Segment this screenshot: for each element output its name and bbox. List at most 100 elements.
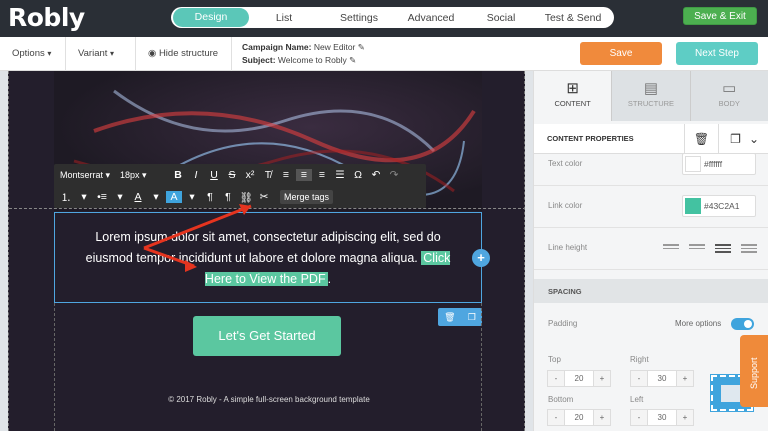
text-color-swatch[interactable] — [685, 156, 701, 172]
list-dropdown-icon[interactable]: ▾ — [76, 191, 92, 203]
plus-icon[interactable]: + — [677, 371, 693, 386]
subject-row[interactable]: Subject: Welcome to Robly ✎ — [242, 54, 365, 67]
add-block-icon[interactable]: + — [472, 249, 490, 267]
padding-right-stepper[interactable]: -30 + — [630, 370, 694, 387]
spacing-section-header: SPACING — [534, 279, 768, 303]
line-height-loose-icon[interactable] — [741, 244, 757, 255]
next-step-button[interactable]: Next Step — [676, 42, 758, 65]
padding-right-value[interactable]: 30 — [647, 371, 677, 386]
font-family-select[interactable]: Montserrat ▾ — [60, 170, 120, 181]
link-color-swatch[interactable] — [685, 198, 701, 214]
link-color-field[interactable]: #43C2A1 — [682, 195, 756, 217]
text-color-value: #ffffff — [704, 159, 723, 169]
padding-top-stepper[interactable]: -20 + — [547, 370, 611, 387]
step-navigator: Design List Settings Advanced Social Tes… — [171, 7, 614, 28]
hide-structure-toggle[interactable]: ◉ Hide structure — [136, 37, 232, 71]
body-text-end: . — [327, 272, 332, 286]
align-justify-icon[interactable]: ☰ — [332, 169, 348, 181]
plus-icon[interactable]: + — [594, 410, 610, 425]
email-canvas: Montserrat ▾ 18px ▾ B I U S x² T̸ ≡ ≡ ≡ … — [0, 71, 533, 431]
top-navbar: Robly Design List Settings Advanced Soci… — [0, 0, 768, 37]
chevron-down-icon: ▾ — [110, 49, 115, 58]
cta-section: Let's Get Started © 2017 Robly - A simpl… — [54, 303, 482, 431]
superscript-icon[interactable]: x² — [242, 169, 258, 181]
padding-top-value[interactable]: 20 — [564, 371, 594, 386]
panel-tabs: ⊞ CONTENT ▤ STRUCTURE ▭ BODY — [534, 71, 768, 121]
tab-body-label: BODY — [718, 99, 740, 108]
subject-label: Subject: — [242, 55, 276, 65]
line-height-options — [663, 244, 757, 255]
eye-icon: ◉ — [148, 48, 157, 59]
save-button[interactable]: Save — [580, 42, 662, 65]
variant-dropdown[interactable]: Variant ▾ — [66, 37, 136, 71]
subject-value: Welcome to Robly — [277, 55, 347, 65]
padding-left-label: Left — [630, 395, 644, 404]
hide-structure-label: Hide structure — [158, 48, 219, 59]
redo-icon[interactable]: ↷ — [386, 169, 402, 181]
tab-content-label: CONTENT — [554, 99, 591, 108]
align-center-icon[interactable]: ≡ — [296, 169, 312, 181]
cta-button[interactable]: Let's Get Started — [193, 316, 341, 356]
step-test-send[interactable]: Test & Send — [539, 12, 607, 24]
minus-icon[interactable]: - — [631, 410, 647, 425]
tab-structure[interactable]: ▤ STRUCTURE — [612, 71, 691, 121]
annotation-arrows — [143, 204, 252, 272]
align-left-icon[interactable]: ≡ — [278, 169, 294, 181]
more-options-toggle[interactable] — [731, 318, 754, 330]
padding-bottom-stepper[interactable]: -20 + — [547, 409, 611, 426]
step-list[interactable]: List — [249, 12, 319, 24]
plus-icon[interactable]: + — [594, 371, 610, 386]
campaign-name-row[interactable]: Campaign Name: New Editor ✎ — [242, 41, 365, 54]
clear-format-icon[interactable]: T̸ — [260, 169, 276, 181]
pencil-icon[interactable]: ✎ — [358, 42, 365, 52]
merge-tags-button[interactable]: Merge tags — [280, 190, 334, 204]
support-tab[interactable]: Support — [740, 335, 768, 407]
list-dropdown-icon[interactable]: ▾ — [112, 191, 128, 203]
underline-icon[interactable]: U — [206, 169, 222, 181]
italic-icon[interactable]: I — [188, 169, 204, 181]
line-height-tight-icon[interactable] — [663, 244, 679, 255]
tab-content[interactable]: ⊞ CONTENT — [534, 71, 613, 121]
options-dropdown[interactable]: Options ▾ — [0, 37, 66, 71]
special-char-icon[interactable]: Ω — [350, 169, 366, 181]
padding-bottom-value[interactable]: 20 — [564, 410, 594, 425]
undo-icon[interactable]: ↶ — [368, 169, 384, 181]
font-family-value: Montserrat — [60, 169, 104, 180]
strikethrough-icon[interactable]: S — [224, 169, 240, 181]
padding-top-label: Top — [548, 355, 561, 364]
step-settings[interactable]: Settings — [319, 12, 399, 24]
step-design[interactable]: Design — [173, 8, 249, 27]
font-size-value: 18px — [120, 169, 140, 180]
editor-toolbar: Options ▾ Variant ▾ ◉ Hide structure Cam… — [0, 37, 768, 71]
align-right-icon[interactable]: ≡ — [314, 169, 330, 181]
padding-bottom-label: Bottom — [548, 395, 574, 404]
padding-right-label: Right — [630, 355, 649, 364]
robly-logo[interactable]: Robly — [8, 3, 85, 32]
minus-icon[interactable]: - — [548, 371, 564, 386]
step-advanced[interactable]: Advanced — [399, 12, 463, 24]
save-exit-button[interactable]: Save & Exit — [683, 7, 757, 25]
options-label: Options — [12, 48, 45, 59]
tab-body[interactable]: ▭ BODY — [690, 71, 768, 121]
font-size-select[interactable]: 18px ▾ — [120, 170, 170, 181]
line-height-normal-icon[interactable] — [689, 244, 705, 255]
bold-icon[interactable]: B — [170, 169, 186, 181]
minus-icon[interactable]: - — [631, 371, 647, 386]
line-height-label: Line height — [548, 243, 588, 252]
minus-icon[interactable]: - — [548, 410, 564, 425]
campaign-info: Campaign Name: New Editor ✎ Subject: Wel… — [242, 41, 365, 67]
tab-structure-label: STRUCTURE — [627, 99, 675, 108]
support-label: Support — [749, 357, 759, 389]
padding-left-stepper[interactable]: -30 + — [630, 409, 694, 426]
email-body: Montserrat ▾ 18px ▾ B I U S x² T̸ ≡ ≡ ≡ … — [8, 71, 525, 431]
pencil-icon[interactable]: ✎ — [349, 55, 356, 65]
ordered-list-icon[interactable]: ⒈ — [58, 190, 74, 205]
unordered-list-icon[interactable]: •≡ — [94, 191, 110, 203]
campaign-name-value: New Editor — [313, 42, 356, 52]
padding-left-value[interactable]: 30 — [647, 410, 677, 425]
chevron-down-icon: ▾ — [47, 49, 52, 58]
text-color-field[interactable]: #ffffff — [682, 153, 756, 175]
line-height-relaxed-icon[interactable] — [715, 244, 731, 255]
step-social[interactable]: Social — [463, 12, 539, 24]
plus-icon[interactable]: + — [677, 410, 693, 425]
